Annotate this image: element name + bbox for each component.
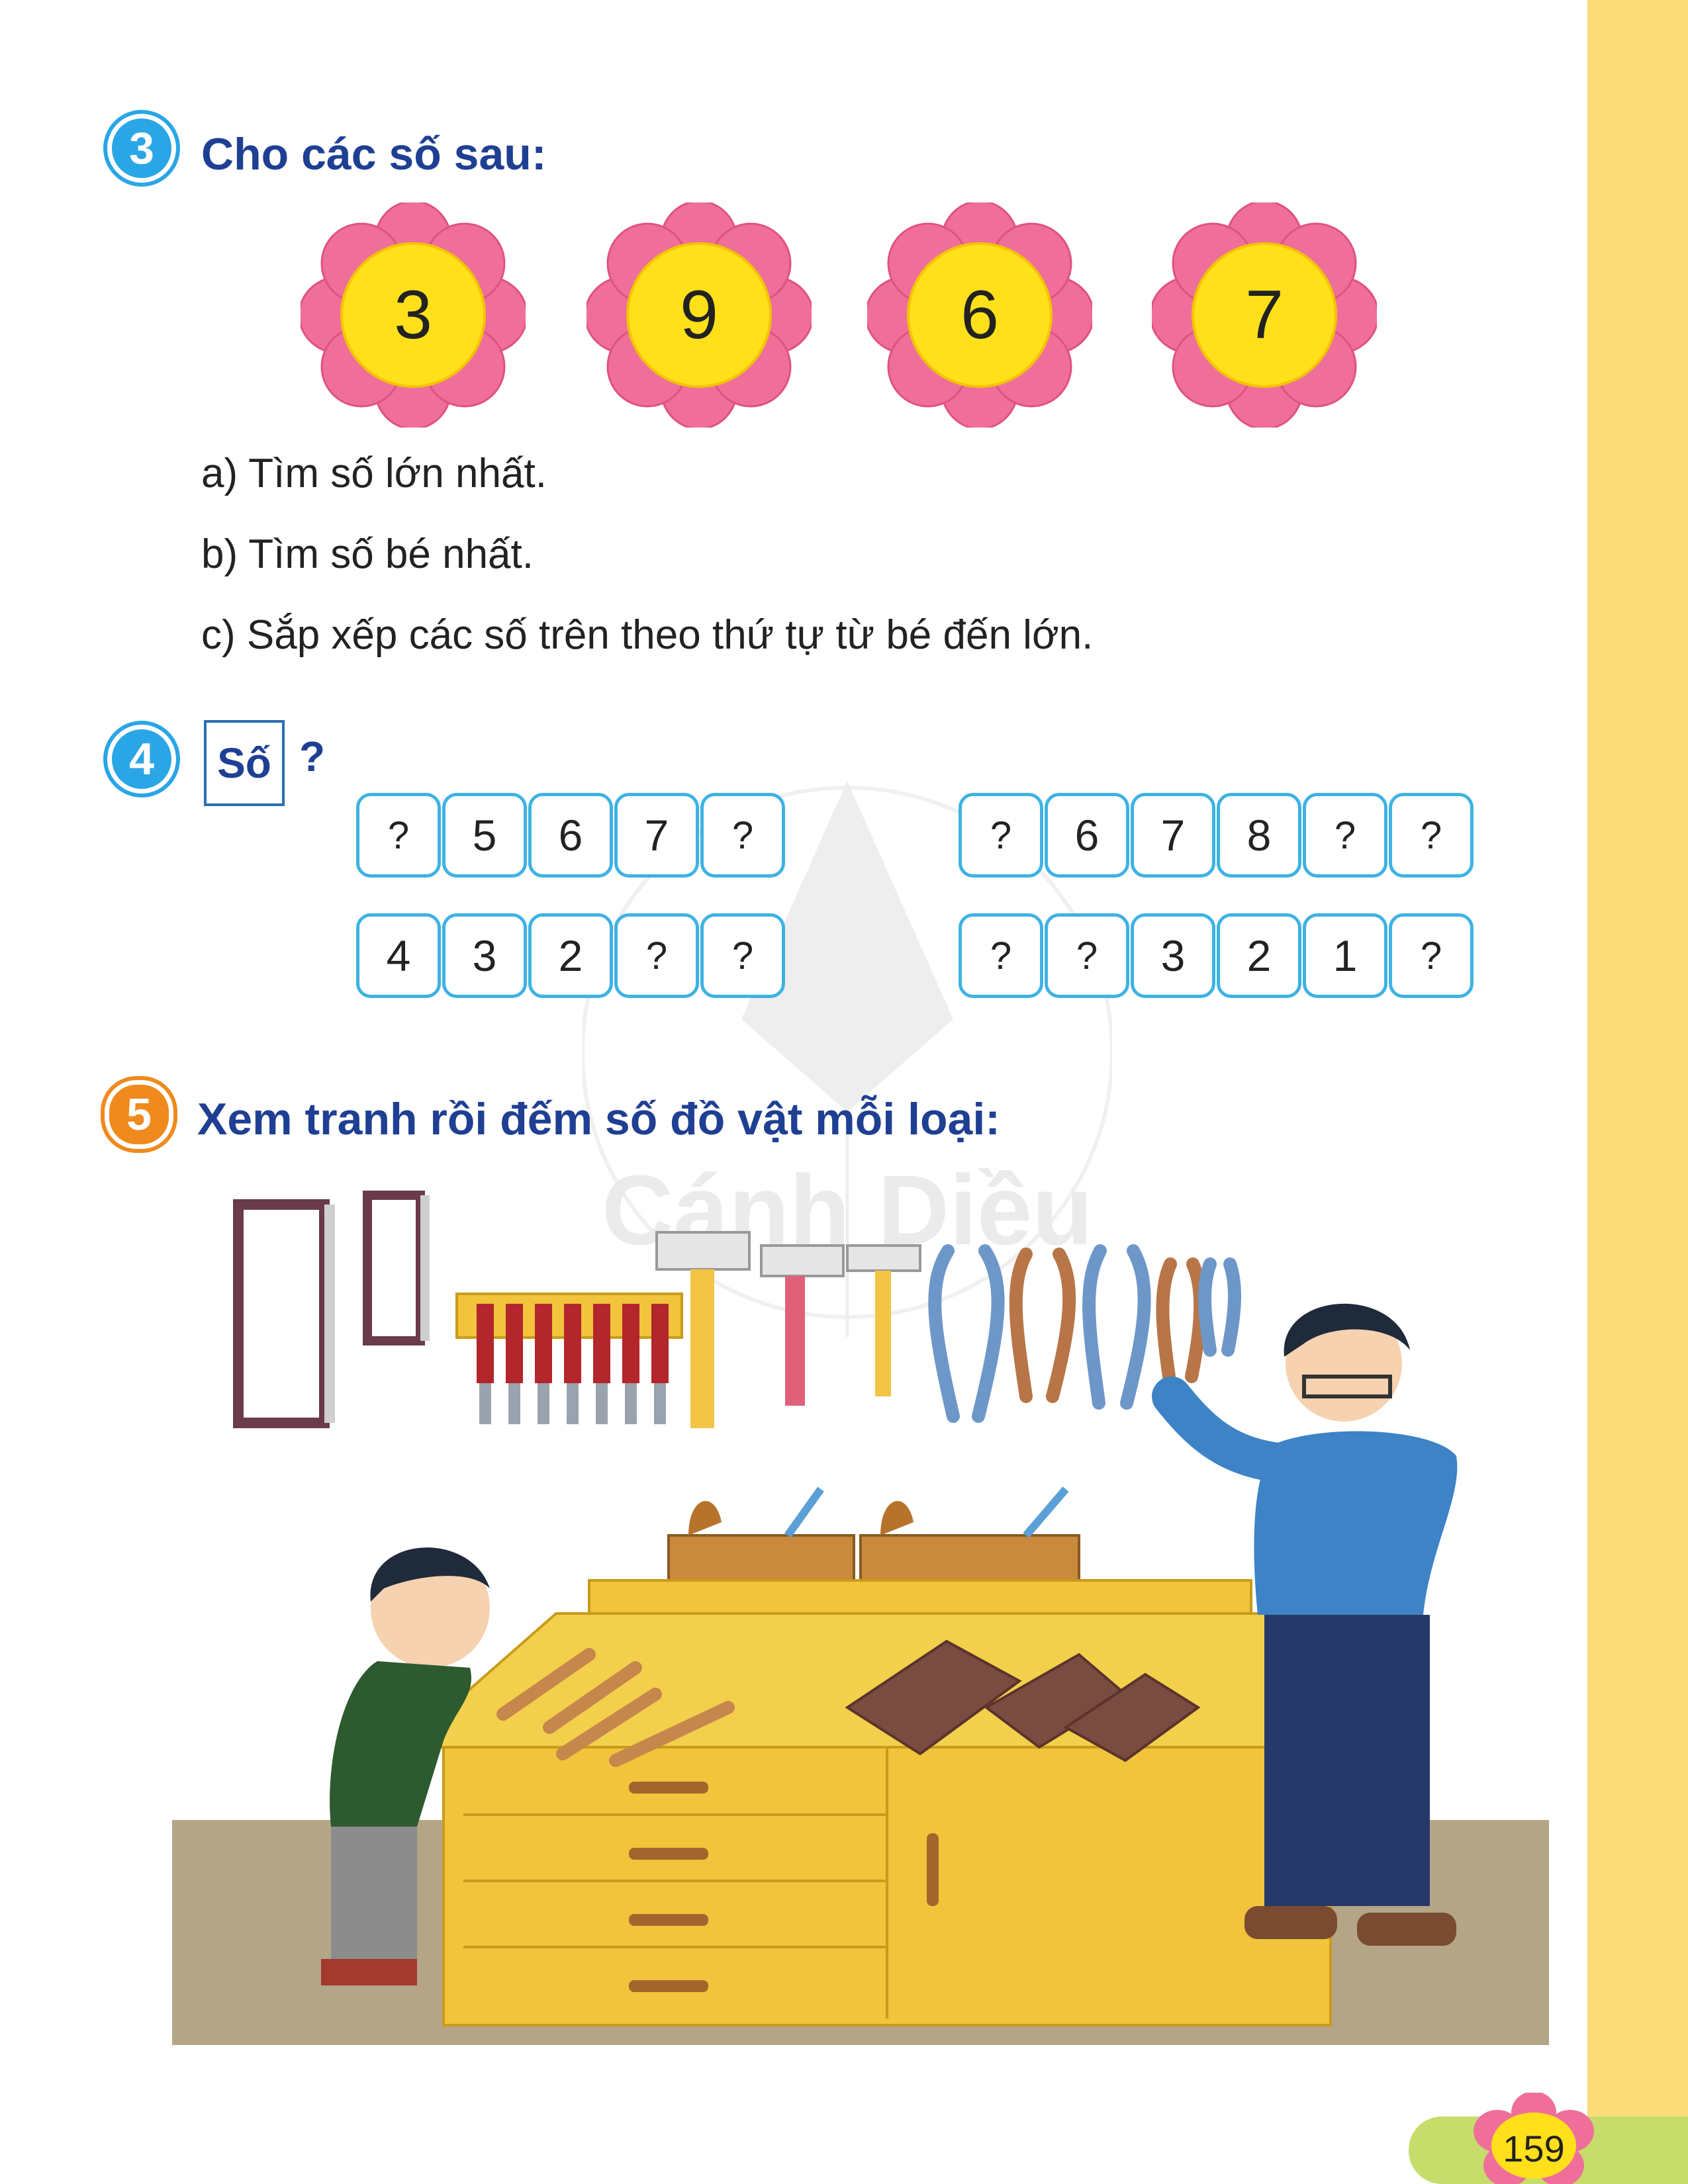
workshop-illustration	[172, 1191, 1549, 2045]
question-3a: a) Tìm số lớn nhất.	[201, 451, 547, 496]
flower-number-card: 7	[1152, 203, 1377, 428]
pliers-icon	[1156, 1257, 1207, 1383]
flower-number: 3	[394, 276, 432, 353]
hammer-icon	[760, 1244, 845, 1406]
number-sequence-4: ? ? 3 2 1 ?	[959, 913, 1474, 998]
sequence-cell-blank[interactable]: ?	[1389, 793, 1474, 878]
flower-number-card: 3	[301, 203, 526, 428]
number-sequence-3: 4 3 2 ? ?	[356, 913, 785, 998]
question-3c: c) Sắp xếp các số trên theo thứ tự từ bé…	[201, 612, 1094, 658]
question-4-number: 4	[129, 734, 154, 784]
question-mark: ?	[299, 733, 326, 780]
sequence-cell: 6	[1045, 793, 1129, 878]
pliers-icon	[1009, 1248, 1076, 1403]
so-label-box: Số	[204, 720, 285, 806]
sequence-cell: 5	[442, 793, 527, 878]
question-4-badge: 4	[107, 725, 176, 794]
sequence-cell: 3	[1131, 913, 1215, 998]
number-sequence-2: ? 6 7 8 ? ?	[959, 793, 1474, 878]
sequence-cell-blank[interactable]: ?	[700, 913, 785, 998]
question-5-title: Xem tranh rồi đếm số đồ vật mỗi loại:	[197, 1094, 1000, 1144]
chisel-rack-icon	[455, 1293, 683, 1424]
sequence-cell: 2	[528, 913, 613, 998]
question-3b: b) Tìm số bé nhất.	[201, 531, 534, 577]
saw-icon	[233, 1199, 335, 1428]
sequence-cell-blank[interactable]: ?	[700, 793, 785, 878]
sequence-cell-blank[interactable]: ?	[959, 793, 1043, 878]
sequence-cell-blank[interactable]: ?	[356, 793, 441, 878]
flower-number-card: 9	[586, 203, 812, 428]
flower-number-card: 6	[867, 203, 1092, 428]
sequence-cell: 4	[356, 913, 441, 998]
question-3-number: 3	[129, 123, 154, 173]
sequence-cell-blank[interactable]: ?	[1303, 793, 1387, 878]
sequence-cell-blank[interactable]: ?	[959, 913, 1043, 998]
wood-plane-icon	[667, 1486, 855, 1587]
sequence-cell-blank[interactable]: ?	[1389, 913, 1474, 998]
flower-number: 7	[1245, 276, 1284, 353]
sequence-cell: 2	[1217, 913, 1301, 998]
flower-number: 9	[680, 276, 718, 353]
sequence-cell: 1	[1303, 913, 1387, 998]
pliers-icon	[928, 1244, 1005, 1423]
question-5-number: 5	[126, 1089, 152, 1140]
question-3-badge: 3	[107, 114, 176, 183]
workbench	[400, 1579, 1346, 2026]
question-3-title: Cho các số sau:	[201, 129, 547, 179]
question-5-badge: 5	[105, 1080, 173, 1149]
wood-plane-icon	[859, 1486, 1080, 1587]
flower-number: 6	[961, 276, 999, 353]
pliers-icon	[1082, 1244, 1151, 1410]
page-margin-stripe	[1587, 0, 1688, 2184]
sequence-cell: 6	[528, 793, 613, 878]
hammer-icon	[846, 1244, 921, 1396]
pliers-icon	[1198, 1257, 1242, 1357]
saw-icon	[363, 1191, 430, 1345]
sequence-cell: 7	[1131, 793, 1215, 878]
sequence-cell: 7	[614, 793, 699, 878]
sequence-cell: 8	[1217, 793, 1301, 878]
sequence-cell-blank[interactable]: ?	[1045, 913, 1129, 998]
number-sequence-1: ? 5 6 7 ?	[356, 793, 785, 878]
page-number: 159	[1503, 2128, 1565, 2169]
sequence-cell-blank[interactable]: ?	[614, 913, 699, 998]
sequence-cell: 3	[442, 913, 527, 998]
